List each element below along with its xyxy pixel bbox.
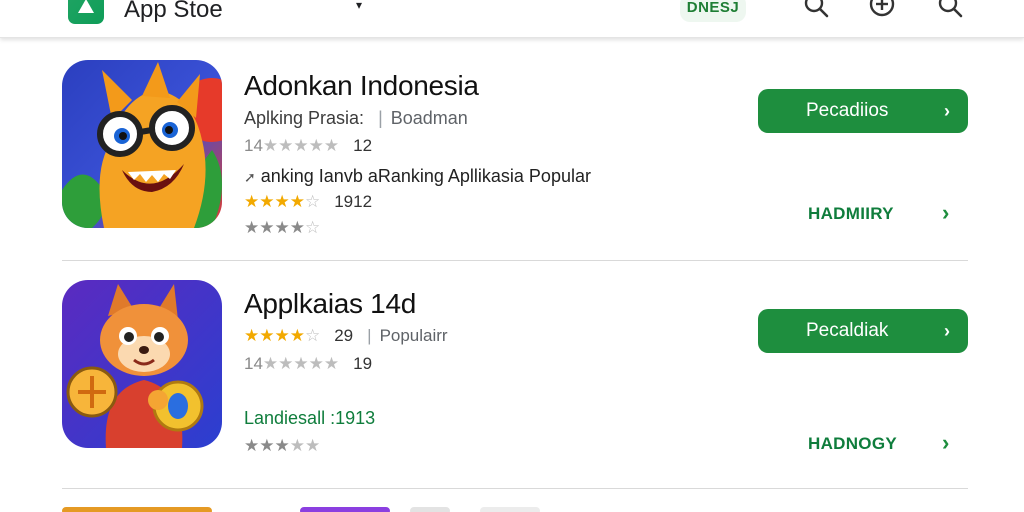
small-rating: 14★★★★★ 12 xyxy=(244,136,373,155)
small-rating: 14★★★★★ 19 xyxy=(244,354,373,373)
divider xyxy=(62,488,968,489)
star-icon: ★★★ xyxy=(244,436,290,455)
top-bar: App Stoe ▾ DNESJ xyxy=(0,0,1024,38)
store-title[interactable]: App Stoe ▾ xyxy=(124,0,362,24)
dragon-mascot-icon[interactable] xyxy=(62,60,222,228)
chevron-right-icon[interactable]: › xyxy=(942,430,949,456)
next-app-thumb[interactable] xyxy=(410,507,450,512)
download-count: Landiesall :1913 xyxy=(244,408,376,428)
chevron-down-icon[interactable]: ▾ xyxy=(356,0,362,12)
details-link[interactable]: HADNOGY xyxy=(808,434,897,454)
chevron-right-icon: › xyxy=(944,101,950,121)
fox-mascot-icon[interactable] xyxy=(62,280,222,448)
star-icon: ★★★★★ xyxy=(262,136,340,155)
star-icon: ★★★★★ xyxy=(262,354,340,373)
list-item[interactable]: Adonkan Indonesia Aplking Prasia: | Boadma… xyxy=(0,38,1024,260)
chevron-right-icon: › xyxy=(944,321,950,341)
star-icon: ★★★★ xyxy=(244,218,305,237)
details-link[interactable]: HADMIIRY xyxy=(808,204,894,224)
next-app-icon[interactable] xyxy=(62,507,212,512)
install-button[interactable]: Pecadiios › xyxy=(758,89,968,133)
star-rating: ★★★★☆ 29 | Populairr xyxy=(244,326,448,345)
app-title[interactable]: Adonkan Indonesia xyxy=(244,70,479,102)
next-app-thumb[interactable] xyxy=(480,507,540,512)
star-icon: ★★★★ xyxy=(244,192,305,211)
app-title[interactable]: Applkaias 14d xyxy=(244,288,416,320)
arrow-icon: ➚ xyxy=(244,169,256,185)
star-icon: ★★★★ xyxy=(244,326,305,345)
add-circle-icon[interactable] xyxy=(866,0,898,24)
divider xyxy=(62,260,968,261)
secondary-rating: ★★★★★ xyxy=(244,436,321,455)
install-button[interactable]: Pecaldiak › xyxy=(758,309,968,353)
star-rating: ★★★★☆ 1912 xyxy=(244,192,373,211)
ranking-line: ➚ anking Ianvb aRanking Apllikasia Popul… xyxy=(244,166,591,186)
chevron-right-icon[interactable]: › xyxy=(942,200,949,226)
app-store-logo-icon[interactable] xyxy=(68,0,104,24)
next-app-thumb[interactable] xyxy=(300,507,390,512)
header-badge[interactable]: DNESJ xyxy=(680,0,746,22)
secondary-rating: ★★★★☆ xyxy=(244,218,321,237)
app-subtitle: Aplking Prasia: | Boadman xyxy=(244,108,468,128)
search-icon[interactable] xyxy=(800,0,832,24)
search-icon[interactable] xyxy=(934,0,966,24)
list-item[interactable]: Applkaias 14d ★★★★☆ 29 | Populairr 14★★★★★ 1… xyxy=(0,262,1024,488)
